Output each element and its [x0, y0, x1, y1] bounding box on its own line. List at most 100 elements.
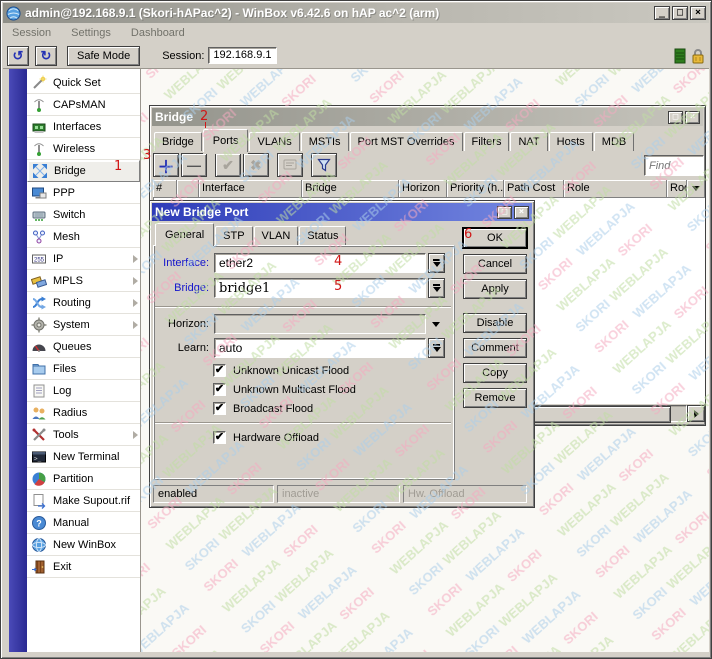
sidebar-item-mpls[interactable]: MPLS — [27, 270, 140, 292]
close-button[interactable]: × — [690, 6, 706, 20]
unknown-multicast-flood-row[interactable]: ✔ Unknown Multicast Flood — [213, 383, 356, 396]
disable-button[interactable]: Disable — [463, 313, 527, 333]
find-input[interactable] — [644, 155, 704, 176]
sidebar-item-label: Bridge — [54, 165, 86, 177]
tab-status[interactable]: Status — [299, 226, 346, 245]
scroll-right-button[interactable] — [687, 405, 705, 422]
sidebar-item-new-terminal[interactable]: >_ New Terminal — [27, 446, 140, 468]
dialog-maximize-button[interactable]: □ — [497, 206, 512, 219]
menu-settings[interactable]: Settings — [71, 27, 111, 39]
tab-stp[interactable]: STP — [215, 226, 252, 245]
checkbox-checked-icon[interactable]: ✔ — [213, 364, 226, 377]
menu-dashboard[interactable]: Dashboard — [131, 27, 185, 39]
bridge-field[interactable]: bridge1 — [214, 278, 426, 298]
sidebar-item-quick-set[interactable]: Quick Set — [27, 72, 140, 94]
hardware-offload-row[interactable]: ✔ Hardware Offload — [213, 431, 319, 444]
bridge-dropdown-icon[interactable] — [428, 278, 445, 298]
column-horizon[interactable]: Horizon — [399, 180, 447, 198]
maximize-button[interactable]: □ — [672, 6, 688, 20]
sidebar-item-exit[interactable]: Exit — [27, 556, 140, 578]
minimize-button[interactable]: _ — [654, 6, 670, 20]
column-menu-button[interactable] — [687, 180, 705, 198]
remove-icon[interactable]: — — [181, 153, 207, 177]
tab-filters[interactable]: Filters — [464, 132, 510, 151]
learn-field[interactable]: auto — [214, 338, 426, 358]
broadcast-flood-row[interactable]: ✔ Broadcast Flood — [213, 402, 313, 415]
interface-field[interactable]: ether2 — [214, 253, 426, 273]
apply-button[interactable]: Apply — [463, 279, 527, 299]
sidebar-item-files[interactable]: Files — [27, 358, 140, 380]
sidebar-item-mesh[interactable]: Mesh — [27, 226, 140, 248]
main-titlebar[interactable]: admin@192.168.9.1 (Skori-hAPac^2) - WinB… — [3, 3, 709, 23]
sidebar-item-manual[interactable]: ? Manual — [27, 512, 140, 534]
add-icon[interactable]: ＋ — [153, 153, 179, 177]
dialog-close-button[interactable]: × — [514, 206, 529, 219]
tab-nat[interactable]: NAT — [510, 132, 547, 151]
sidebar-item-make-supout[interactable]: Make Supout.rif — [27, 490, 140, 512]
cancel-button[interactable]: Cancel — [463, 254, 527, 274]
sidebar-item-tools[interactable]: Tools — [27, 424, 140, 446]
sidebar-item-interfaces[interactable]: Interfaces — [27, 116, 140, 138]
tab-port-mst-overrides[interactable]: Port MST Overrides — [350, 132, 463, 151]
enable-icon[interactable]: ✔ — [215, 153, 241, 177]
ok-button[interactable]: OK — [463, 228, 527, 248]
submenu-arrow-icon — [133, 299, 138, 307]
sidebar-item-wireless[interactable]: Wireless — [27, 138, 140, 160]
sidebar-item-log[interactable]: Log — [27, 380, 140, 402]
tab-vlans[interactable]: VLANs — [249, 132, 299, 151]
tab-general[interactable]: General — [155, 223, 214, 246]
sidebar-item-system[interactable]: System — [27, 314, 140, 336]
copy-button[interactable]: Copy — [463, 363, 527, 383]
column-role[interactable]: Role — [564, 180, 667, 198]
sidebar-item-capsman[interactable]: CAPsMAN — [27, 94, 140, 116]
tab-hosts[interactable]: Hosts — [549, 132, 593, 151]
redo-icon[interactable]: ↻ — [35, 46, 57, 66]
sidebar-item-ppp[interactable]: PPP — [27, 182, 140, 204]
column-interface[interactable]: Interface — [199, 180, 302, 198]
checkbox-checked-icon[interactable]: ✔ — [213, 431, 226, 444]
tab-mstis[interactable]: MSTIs — [301, 132, 349, 151]
bridge-maximize-button[interactable]: □ — [668, 111, 683, 124]
learn-dropdown-icon[interactable] — [428, 338, 445, 358]
sidebar-item-radius[interactable]: Radius — [27, 402, 140, 424]
sidebar-item-routing[interactable]: Routing — [27, 292, 140, 314]
sidebar-item-switch[interactable]: Switch — [27, 204, 140, 226]
tab-ports[interactable]: Ports — [203, 129, 249, 152]
horizon-dropdown-icon[interactable] — [426, 322, 445, 327]
tab-bridge[interactable]: Bridge — [154, 132, 202, 151]
bridge-close-button[interactable]: × — [685, 111, 700, 124]
disable-icon[interactable]: ✖ — [243, 153, 269, 177]
interface-dropdown-icon[interactable] — [428, 253, 445, 273]
comment-icon[interactable] — [277, 153, 303, 177]
tab-mdb[interactable]: MDB — [594, 132, 634, 151]
sidebar-item-partition[interactable]: Partition — [27, 468, 140, 490]
annotation-step-5: 5 — [334, 279, 342, 294]
sidebar-item-ip[interactable]: 255 IP — [27, 248, 140, 270]
column-bridge[interactable]: Bridge — [302, 180, 399, 198]
safe-mode-button[interactable]: Safe Mode — [67, 46, 140, 66]
remove-button[interactable]: Remove — [463, 388, 527, 408]
status-inactive: inactive — [277, 485, 400, 503]
column-priority[interactable]: Priority (h... — [447, 180, 504, 198]
checkbox-checked-icon[interactable]: ✔ — [213, 402, 226, 415]
column-flags[interactable] — [177, 180, 199, 198]
sidebar-item-new-winbox[interactable]: New WinBox — [27, 534, 140, 556]
horizon-field[interactable] — [214, 314, 426, 334]
undo-icon[interactable]: ↺ — [7, 46, 29, 66]
bridge-window-titlebar[interactable]: Bridge □ × — [152, 108, 703, 126]
wireless-icon — [31, 141, 47, 157]
filter-icon[interactable] — [311, 153, 337, 177]
supout-icon — [31, 493, 47, 509]
unknown-unicast-flood-row[interactable]: ✔ Unknown Unicast Flood — [213, 364, 349, 377]
tab-vlan[interactable]: VLAN — [254, 226, 299, 245]
sidebar-item-queues[interactable]: Queues — [27, 336, 140, 358]
column-root[interactable]: Roo — [667, 180, 687, 198]
comment-button[interactable]: Comment — [463, 338, 527, 358]
checkbox-checked-icon[interactable]: ✔ — [213, 383, 226, 396]
sidebar-item-bridge[interactable]: Bridge — [27, 160, 140, 182]
dialog-titlebar[interactable]: New Bridge Port □ × — [152, 203, 532, 221]
menu-session[interactable]: Session — [12, 27, 51, 39]
session-value[interactable]: 192.168.9.1 — [208, 47, 276, 64]
column-number[interactable]: # — [153, 180, 177, 198]
column-path-cost[interactable]: Path Cost — [504, 180, 564, 198]
